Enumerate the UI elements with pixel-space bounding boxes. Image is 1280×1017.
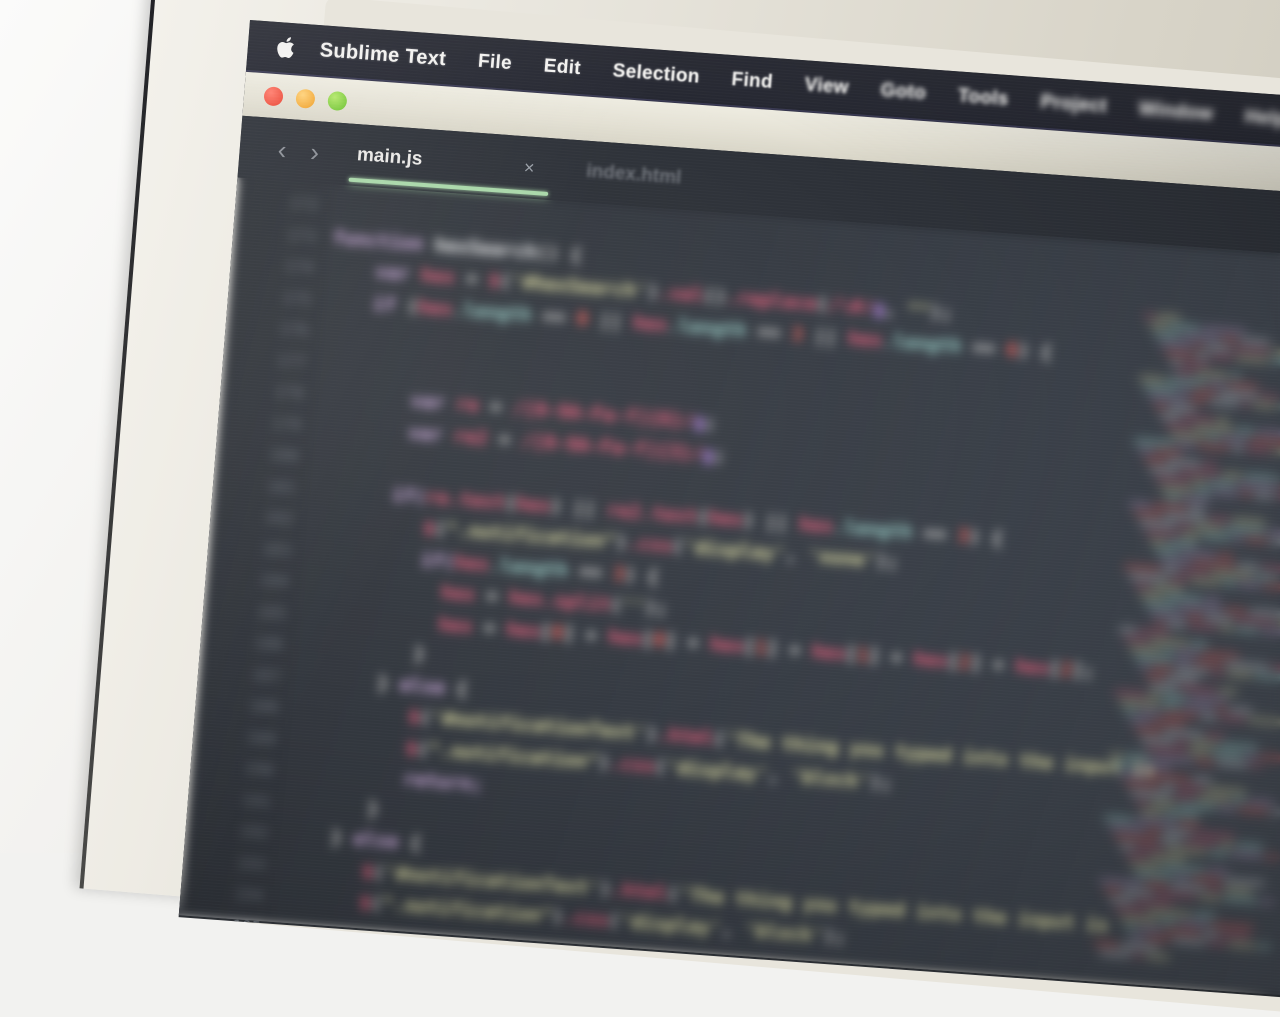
code-token: } (275, 949, 333, 974)
laptop-screen: Sublime Text File Edit Selection Find Vi… (179, 20, 1280, 998)
nav-forward-icon[interactable]: › (297, 135, 332, 168)
line-number: 197 (179, 969, 270, 999)
apple-logo-icon[interactable] (275, 35, 299, 61)
photo-scene: Sublime Text File Edit Selection Find Vi… (0, 0, 1280, 853)
menu-item-selection[interactable]: Selection (596, 59, 717, 90)
close-button[interactable] (263, 86, 283, 106)
tab-label: index.html (585, 161, 682, 190)
menu-item-tools[interactable]: Tools (941, 84, 1025, 112)
code-editor[interactable]: 1721731741751761771781791801811821831841… (179, 178, 1280, 997)
menu-item-file[interactable]: File (461, 49, 529, 76)
tab-label: main.js (356, 144, 423, 171)
line-number: 196 (179, 937, 272, 975)
minimize-button[interactable] (295, 88, 315, 108)
zoom-button[interactable] (327, 90, 347, 110)
menu-item-project[interactable]: Project (1024, 90, 1124, 119)
nav-back-icon[interactable]: ‹ (265, 133, 300, 166)
modified-line-marker (183, 980, 193, 990)
menu-item-help[interactable]: Help (1228, 105, 1280, 132)
menu-item-sublime-text[interactable]: Sublime Text (303, 38, 463, 72)
menu-item-view[interactable]: View (788, 73, 866, 100)
tab-close-icon[interactable]: × (523, 157, 535, 179)
menu-item-goto[interactable]: Goto (864, 79, 943, 107)
menu-item-find[interactable]: Find (715, 68, 790, 95)
menu-item-window[interactable]: Window (1122, 97, 1230, 127)
depth-of-field-blur-far (179, 178, 1280, 997)
menu-item-edit[interactable]: Edit (527, 54, 598, 81)
